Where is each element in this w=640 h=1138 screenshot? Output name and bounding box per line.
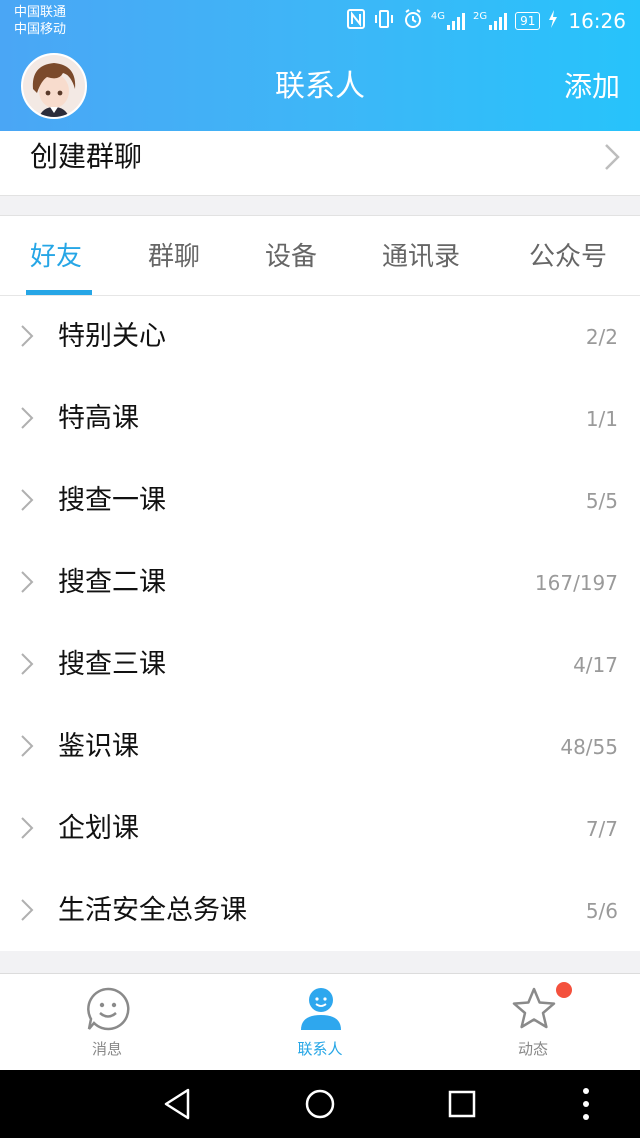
alarm-icon — [403, 9, 423, 33]
group-count: 48/55 — [560, 735, 618, 759]
home-icon[interactable] — [300, 1084, 340, 1124]
friend-group-list: 特别关心 2/2 特高课 1/1 搜查一课 5/5 搜查二课 167/197 搜… — [0, 296, 640, 952]
tab-moments[interactable]: 动态 — [478, 974, 588, 1071]
create-group-row[interactable]: 创建群聊 — [0, 131, 640, 196]
group-name: 企划课 — [58, 813, 139, 844]
group-name: 特别关心 — [58, 321, 166, 352]
create-group-label: 创建群聊 — [30, 140, 143, 173]
tab-moments-label: 动态 — [517, 1040, 548, 1058]
active-tab-indicator — [26, 290, 92, 295]
tab-address-book[interactable]: 通讯录 — [382, 216, 460, 298]
group-count: 7/7 — [585, 817, 618, 841]
chevron-right-icon — [20, 734, 34, 762]
chevron-right-icon — [20, 652, 34, 680]
star-icon — [511, 986, 557, 1032]
network-2g-label: 2G — [472, 11, 488, 22]
group-count: 5/6 — [585, 899, 618, 923]
bottom-tab-bar: 消息 联系人 动态 — [0, 973, 640, 1070]
chevron-right-icon — [20, 488, 34, 516]
group-name: 生活安全总务课 — [58, 895, 247, 926]
battery-level: 91 — [515, 12, 541, 30]
tab-contacts[interactable]: 联系人 — [265, 974, 375, 1071]
tab-contacts-label: 联系人 — [297, 1040, 343, 1058]
tab-messages-label: 消息 — [91, 1040, 122, 1058]
app-header: 中国联通 中国移动 4G 2G 91 16:26 联系人 添加 — [0, 0, 640, 131]
chevron-right-icon — [20, 816, 34, 844]
clock: 16:26 — [568, 9, 626, 33]
tab-friends[interactable]: 好友 — [30, 216, 82, 298]
system-nav-bar — [0, 1070, 640, 1138]
carrier-info: 中国联通 中国移动 — [14, 4, 66, 38]
group-name: 搜查二课 — [58, 567, 166, 598]
group-count: 2/2 — [585, 325, 618, 349]
group-name: 搜查一课 — [58, 485, 166, 516]
status-bar: 中国联通 中国移动 4G 2G 91 16:26 — [0, 0, 640, 42]
more-vertical-icon[interactable] — [566, 1084, 606, 1124]
title-bar: 联系人 添加 — [0, 42, 640, 131]
list-item[interactable]: 搜查二课 167/197 — [0, 542, 640, 624]
group-name: 鉴识课 — [58, 731, 139, 762]
signal-bars-icon — [489, 12, 508, 30]
status-icons: 4G 2G 91 16:26 — [346, 6, 626, 36]
contacts-panel: 好友 群聊 设备 通讯录 公众号 特别关心 2/2 特高课 1/1 搜查一课 5… — [0, 215, 640, 951]
signal-4g: 4G — [431, 12, 465, 30]
list-item[interactable]: 特高课 1/1 — [0, 378, 640, 460]
group-count: 5/5 — [585, 489, 618, 513]
back-icon[interactable] — [158, 1084, 198, 1124]
vibrate-icon — [373, 9, 395, 33]
list-item[interactable]: 企划课 7/7 — [0, 788, 640, 870]
group-count: 167/197 — [534, 571, 618, 595]
notification-badge — [556, 982, 572, 998]
chevron-right-icon — [604, 143, 620, 175]
charging-icon — [548, 10, 558, 32]
carrier-secondary: 中国移动 — [14, 22, 67, 37]
chevron-right-icon — [20, 406, 34, 434]
add-button[interactable]: 添加 — [564, 42, 620, 131]
group-count: 1/1 — [585, 407, 618, 431]
chevron-right-icon — [20, 898, 34, 926]
chevron-right-icon — [20, 324, 34, 352]
list-item[interactable]: 特别关心 2/2 — [0, 296, 640, 378]
nfc-icon — [346, 9, 365, 33]
message-smiley-icon — [85, 986, 131, 1032]
tab-messages[interactable]: 消息 — [52, 974, 162, 1071]
carrier-primary: 中国联通 — [14, 5, 67, 20]
tab-groups[interactable]: 群聊 — [148, 216, 200, 298]
network-4g-label: 4G — [430, 11, 445, 22]
group-name: 特高课 — [58, 403, 139, 434]
list-item[interactable]: 搜查三课 4/17 — [0, 624, 640, 706]
signal-2g: 2G — [472, 11, 508, 30]
tab-devices[interactable]: 设备 — [265, 216, 317, 298]
recent-apps-icon[interactable] — [442, 1084, 482, 1124]
list-item[interactable]: 生活安全总务课 5/6 — [0, 870, 640, 952]
list-item[interactable]: 鉴识课 48/55 — [0, 706, 640, 788]
signal-bars-icon — [446, 12, 465, 30]
contacts-person-icon — [298, 986, 344, 1032]
page-title: 联系人 — [275, 69, 365, 104]
contact-tabs: 好友 群聊 设备 通讯录 公众号 — [0, 216, 640, 296]
group-name: 搜查三课 — [58, 649, 166, 680]
list-item[interactable]: 搜查一课 5/5 — [0, 460, 640, 542]
chevron-right-icon — [20, 570, 34, 598]
group-count: 4/17 — [573, 653, 618, 677]
tab-official-accounts[interactable]: 公众号 — [529, 216, 607, 298]
